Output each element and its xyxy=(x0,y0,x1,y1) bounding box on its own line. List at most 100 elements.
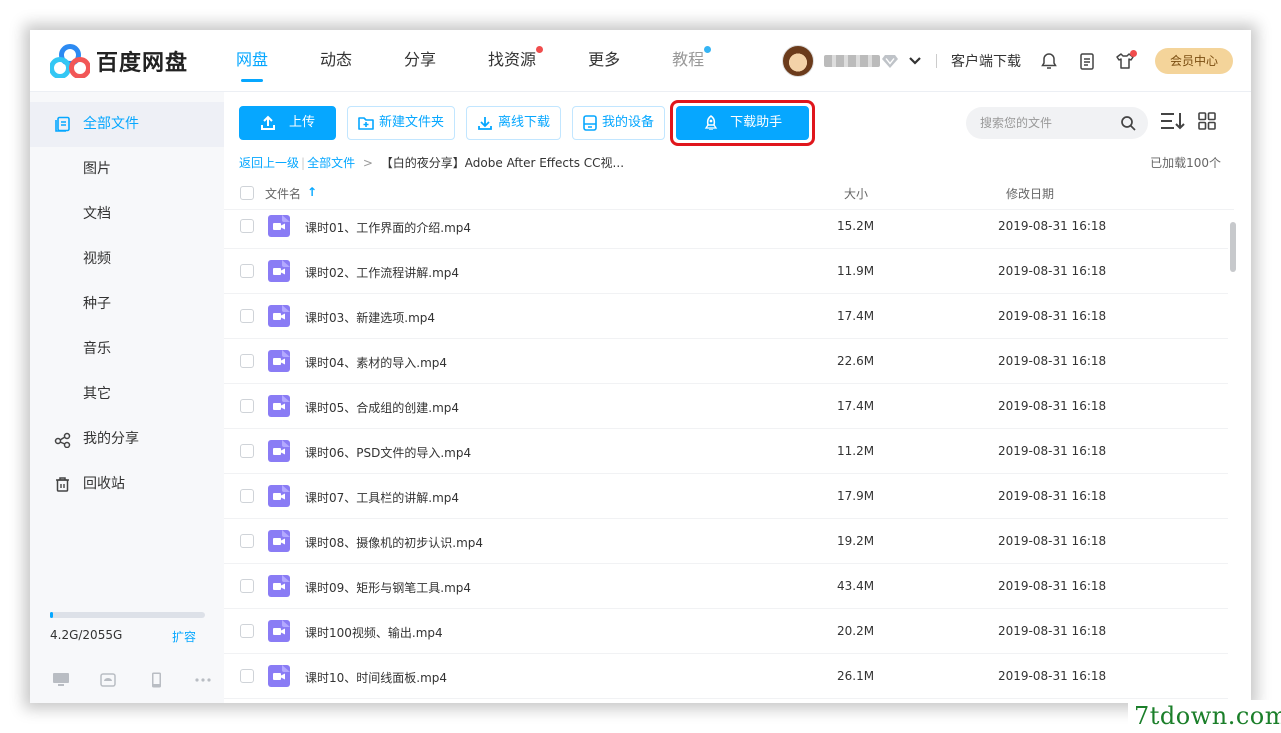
member-center-button[interactable]: 会员中心 xyxy=(1155,48,1233,74)
row-checkbox[interactable] xyxy=(240,669,254,683)
username-blurred[interactable] xyxy=(824,55,880,67)
file-name[interactable]: 课时02、工作流程讲解.mp4 xyxy=(305,264,459,281)
table-row[interactable]: 课时04、素材的导入.mp4 22.6M 2019-08-31 16:18 xyxy=(224,339,1228,384)
table-row[interactable]: 课时06、PSD文件的导入.mp4 11.2M 2019-08-31 16:18 xyxy=(224,429,1228,474)
file-date: 2019-08-31 16:18 xyxy=(998,444,1107,458)
nav-tab-find-resources[interactable]: 找资源 xyxy=(488,30,544,92)
nav-tab-tutorial[interactable]: 教程 xyxy=(672,30,712,92)
file-name[interactable]: 课时10、时间线面板.mp4 xyxy=(305,669,447,686)
breadcrumb-divider: | xyxy=(301,156,306,170)
row-checkbox[interactable] xyxy=(240,534,254,548)
sidebar: 全部文件 图片 文档 视频 种子 音乐 其它 我的分享 回收站 4.2G/205… xyxy=(30,92,224,703)
sidebar-item-images[interactable]: 图片 xyxy=(30,147,224,192)
nav-tab-label: 分享 xyxy=(404,50,437,69)
chevron-down-icon[interactable] xyxy=(908,56,922,66)
upload-label: 上传 xyxy=(289,115,316,130)
row-checkbox[interactable] xyxy=(240,444,254,458)
table-row[interactable]: 课时03、新建选项.mp4 17.4M 2019-08-31 16:18 xyxy=(224,294,1228,339)
sidebar-item-recycle-bin[interactable]: 回收站 xyxy=(30,462,224,507)
download-helper-button[interactable]: 下载助手 xyxy=(676,106,810,140)
site-watermark: 7tdown.com xyxy=(1128,700,1281,733)
download-helper-label: 下载助手 xyxy=(730,115,783,130)
grid-view-icon[interactable] xyxy=(1198,112,1216,130)
file-name[interactable]: 课时04、素材的导入.mp4 xyxy=(305,354,447,371)
nav-tab-share[interactable]: 分享 xyxy=(404,30,436,92)
file-name[interactable]: 课时09、矩形与钢笔工具.mp4 xyxy=(305,579,471,596)
table-row[interactable]: 课时05、合成组的创建.mp4 17.4M 2019-08-31 16:18 xyxy=(224,384,1228,429)
table-row[interactable]: 课时02、工作流程讲解.mp4 11.9M 2019-08-31 16:18 xyxy=(224,249,1228,294)
sidebar-item-documents[interactable]: 文档 xyxy=(30,192,224,237)
row-checkbox[interactable] xyxy=(240,399,254,413)
offline-download-button[interactable]: 离线下载 xyxy=(466,106,562,140)
row-checkbox[interactable] xyxy=(240,624,254,638)
scrollbar-thumb[interactable] xyxy=(1230,222,1236,272)
baidu-netdisk-logo-icon xyxy=(50,44,90,78)
sort-icon[interactable] xyxy=(1160,110,1186,132)
row-checkbox[interactable] xyxy=(240,219,254,233)
row-checkbox[interactable] xyxy=(240,309,254,323)
file-size: 15.2M xyxy=(837,219,875,233)
file-name[interactable]: 课时01、工作界面的介绍.mp4 xyxy=(305,219,471,236)
sidebar-item-others[interactable]: 其它 xyxy=(30,372,224,417)
nav-tab-more[interactable]: 更多 xyxy=(588,30,620,92)
avatar[interactable] xyxy=(782,45,814,77)
clipboard-icon[interactable] xyxy=(1077,51,1097,71)
row-checkbox[interactable] xyxy=(240,354,254,368)
sidebar-item-label: 文档 xyxy=(83,206,111,222)
file-name[interactable]: 课时06、PSD文件的导入.mp4 xyxy=(305,444,471,461)
skin-button[interactable] xyxy=(1115,50,1137,71)
android-icon[interactable] xyxy=(99,672,117,688)
nav-tab-activity[interactable]: 动态 xyxy=(320,30,352,92)
table-row[interactable]: 课时10、时间线面板.mp4 26.1M 2019-08-31 16:18 xyxy=(224,654,1228,699)
client-download-link[interactable]: 客户端下载 xyxy=(951,51,1021,71)
breadcrumb-all-files-link[interactable]: 全部文件 xyxy=(307,156,355,170)
sort-asc-icon[interactable]: ↑ xyxy=(307,185,317,199)
file-date: 2019-08-31 16:18 xyxy=(998,669,1107,683)
file-name[interactable]: 课时08、摄像机的初步认识.mp4 xyxy=(305,534,483,551)
table-row[interactable]: 课时100视频、输出.mp4 20.2M 2019-08-31 16:18 xyxy=(224,609,1228,654)
select-all-checkbox[interactable] xyxy=(240,186,254,200)
nav-tab-netdisk[interactable]: 网盘 xyxy=(236,30,268,92)
video-file-icon xyxy=(268,440,290,462)
bell-icon[interactable] xyxy=(1039,51,1059,71)
file-name[interactable]: 课时03、新建选项.mp4 xyxy=(305,309,435,326)
more-icon[interactable] xyxy=(194,672,212,688)
table-row[interactable]: 课时07、工具栏的讲解.mp4 17.9M 2019-08-31 16:18 xyxy=(224,474,1228,519)
breadcrumb-back-link[interactable]: 返回上一级 xyxy=(239,156,299,170)
file-name[interactable]: 课时05、合成组的创建.mp4 xyxy=(305,399,459,416)
search-input[interactable] xyxy=(980,114,1110,132)
top-header: 百度网盘 网盘 动态 分享 找资源 更多 教程 客户端下载 会员中心 xyxy=(30,30,1251,92)
file-size: 19.2M xyxy=(837,534,875,548)
sidebar-item-music[interactable]: 音乐 xyxy=(30,327,224,372)
expand-storage-link[interactable]: 扩容 xyxy=(172,628,196,645)
notification-dot xyxy=(704,46,712,53)
storage-quota-text: 4.2G/2055G xyxy=(50,628,123,642)
files-icon xyxy=(55,116,70,132)
brand-logo[interactable]: 百度网盘 xyxy=(50,44,188,78)
row-checkbox[interactable] xyxy=(240,489,254,503)
sidebar-item-my-shares[interactable]: 我的分享 xyxy=(30,417,224,462)
table-row[interactable]: 课时01、工作界面的介绍.mp4 15.2M 2019-08-31 16:18 xyxy=(224,210,1228,249)
my-devices-button[interactable]: 我的设备 xyxy=(572,106,666,140)
desktop-icon[interactable] xyxy=(52,672,70,688)
column-header-name[interactable]: 文件名 xyxy=(265,185,301,202)
column-header-date[interactable]: 修改日期 xyxy=(1006,185,1054,202)
new-folder-button[interactable]: 新建文件夹 xyxy=(347,106,456,140)
search-icon[interactable] xyxy=(1120,115,1136,131)
sidebar-item-torrents[interactable]: 种子 xyxy=(30,282,224,327)
file-size: 22.6M xyxy=(837,354,875,368)
sidebar-item-videos[interactable]: 视频 xyxy=(30,237,224,282)
column-header-size[interactable]: 大小 xyxy=(844,185,868,202)
table-row[interactable]: 课时08、摄像机的初步认识.mp4 19.2M 2019-08-31 16:18 xyxy=(224,519,1228,564)
phone-icon[interactable] xyxy=(147,672,165,688)
row-checkbox[interactable] xyxy=(240,264,254,278)
breadcrumb: 返回上一级 | 全部文件 > 【白的夜分享】Adobe After Effects … xyxy=(239,154,624,171)
table-row[interactable]: 课时09、矩形与钢笔工具.mp4 43.4M 2019-08-31 16:18 xyxy=(224,564,1228,609)
sidebar-item-label: 其它 xyxy=(83,386,111,402)
file-name[interactable]: 课时07、工具栏的讲解.mp4 xyxy=(305,489,459,506)
sidebar-item-all-files[interactable]: 全部文件 xyxy=(30,102,224,147)
file-name[interactable]: 课时100视频、输出.mp4 xyxy=(305,624,443,641)
sidebar-item-label: 视频 xyxy=(83,251,111,267)
upload-button[interactable]: 上传 xyxy=(239,106,337,140)
row-checkbox[interactable] xyxy=(240,579,254,593)
